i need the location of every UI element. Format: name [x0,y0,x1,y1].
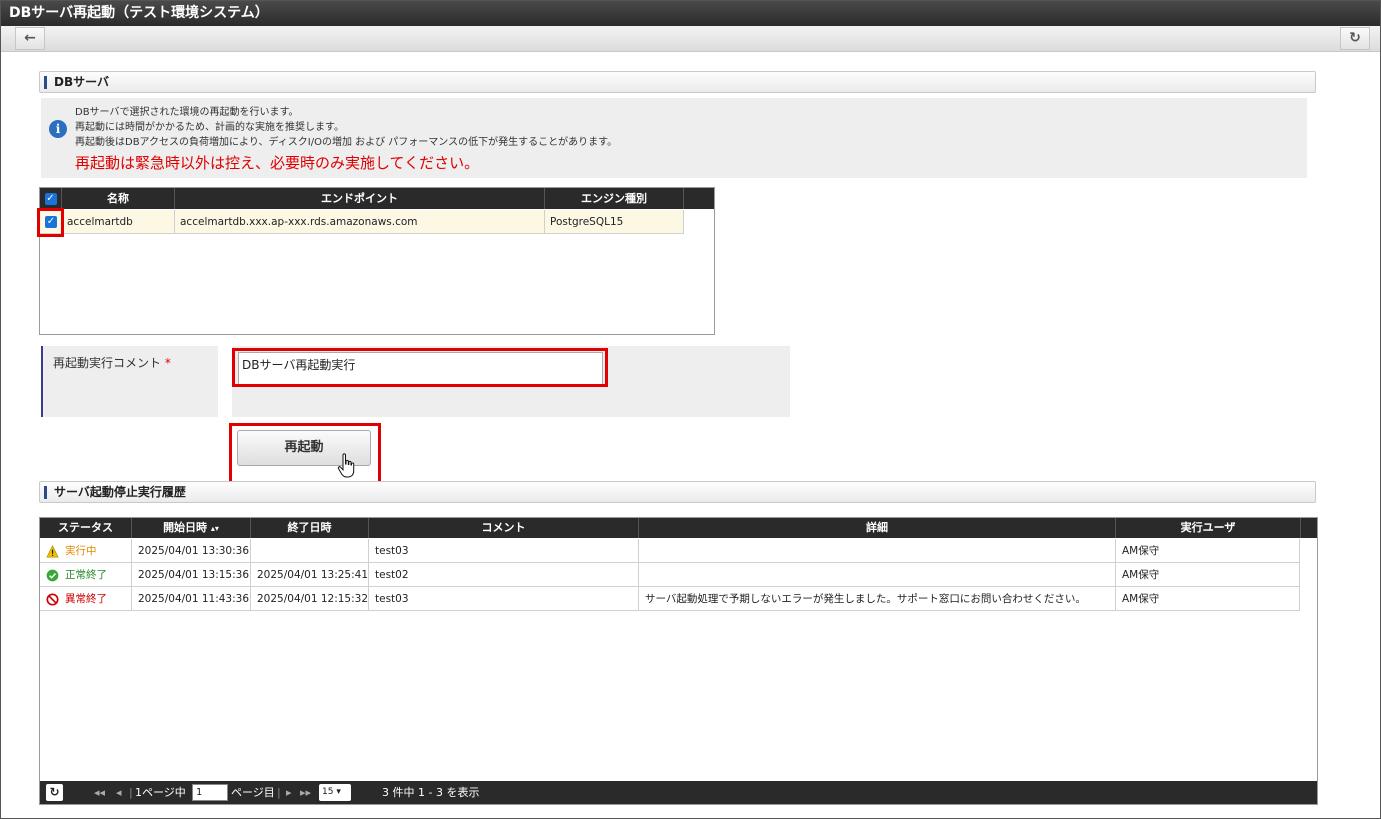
db-section-title: DBサーバ [54,75,109,89]
db-section-header: DBサーバ [39,71,1316,93]
refresh-icon[interactable]: ↻ [46,784,63,801]
prohibited-icon [46,592,59,606]
start-time: 2025/04/01 13:30:36 [132,539,251,563]
comment: test02 [369,563,639,587]
history-section-header: サーバ起動停止実行履歴 [39,481,1316,503]
history-section-title: サーバ起動停止実行履歴 [54,485,186,499]
column-header-name[interactable]: 名称 [62,188,175,209]
table-row[interactable]: 正常終了 2025/04/01 13:15:36 2025/04/01 13:2… [40,563,1300,587]
end-time [251,539,369,563]
next-page-icon[interactable]: ▸ [286,781,292,804]
db-endpoint: accelmartdb.xxx.ap-xxx.rds.amazonaws.com [175,210,545,234]
db-table-header: ✓ 名称 エンドポイント エンジン種別 [40,188,714,209]
select-all-checkbox[interactable]: ✓ [44,193,57,205]
comment-label: 再起動実行コメント [53,356,162,370]
info-line-2: 再起動には時間がかかるため、計画的な実施を推奨します。 [75,122,344,133]
comment-label-cell: 再起動実行コメント * [41,346,218,417]
required-mark: * [164,356,171,370]
page-suffix: ページ目 [231,786,275,799]
db-name: accelmartdb [62,210,175,234]
column-header-engine[interactable]: エンジン種別 [545,188,684,209]
pager-summary: 3 件中 1 - 3 を表示 [382,786,480,799]
column-header-user[interactable]: 実行ユーザ [1116,518,1301,538]
app-window: DBサーバ再起動（テスト環境システム） ← ↻ DBサーバ i DBサーバで選択… [0,0,1381,819]
column-header-status[interactable]: ステータス [40,518,132,538]
column-header-endpoint[interactable]: エンドポイント [175,188,545,209]
page-prefix: 1ページ中 [135,786,186,799]
page-size-select[interactable]: 15 ▾ [319,784,351,801]
end-time: 2025/04/01 12:15:32 [251,587,369,611]
status-cell: 正常終了 [40,563,132,587]
warning-icon [46,544,59,557]
page-size-value: 15 [322,787,334,797]
column-header-detail[interactable]: 詳細 [639,518,1116,538]
column-header-comment[interactable]: コメント [369,518,639,538]
info-line-1: DBサーバで選択された環境の再起動を行います。 [75,107,299,118]
info-box: i DBサーバで選択された環境の再起動を行います。 再起動には時間がかかるため、… [41,98,1307,178]
chevron-down-icon: ▾ [336,787,341,797]
prev-page-icon[interactable]: ◂ [116,781,122,804]
back-arrow-icon[interactable]: ← [15,27,45,50]
comment: test03 [369,587,639,611]
status-text: 異常終了 [65,593,107,605]
table-row[interactable]: 実行中 2025/04/01 13:30:36 test03 AM保守 [40,539,1300,563]
pager: ↻ ◂◂ ◂ | 1ページ中 ページ目 | ▸ ▸▸ 15 ▾ 3 件中 1 -… [40,781,1317,804]
pager-divider: | [277,786,281,799]
pager-divider: | [129,786,133,799]
db-engine: PostgreSQL15 [545,210,684,234]
column-header-start[interactable]: 開始日時 ▴▾ [132,518,251,538]
user: AM保守 [1116,539,1300,563]
toolbar: ← ↻ [1,26,1380,52]
highlight-checkbox [37,208,64,237]
column-header-start-label: 開始日時 [163,521,208,534]
status-text: 実行中 [65,545,97,557]
last-page-icon[interactable]: ▸▸ [300,781,311,804]
start-time: 2025/04/01 13:15:36 [132,563,251,587]
user: AM保守 [1116,587,1300,611]
user: AM保守 [1116,563,1300,587]
warning-text: 再起動は緊急時以外は控え、必要時のみ実施してください。 [75,154,480,172]
status-cell: 実行中 [40,539,132,563]
table-row[interactable]: 異常終了 2025/04/01 11:43:36 2025/04/01 12:1… [40,587,1300,611]
info-icon: i [49,120,67,138]
reload-icon[interactable]: ↻ [1340,27,1370,50]
check-circle-icon [46,569,59,581]
table-row[interactable]: ✓ accelmartdb accelmartdb.xxx.ap-xxx.rds… [40,210,684,234]
column-header-end[interactable]: 終了日時 [251,518,369,538]
detail [639,563,1116,587]
detail [639,539,1116,563]
info-line-3: 再起動後はDBアクセスの負荷増加により、ディスクI/Oの増加 および パフォーマ… [75,137,618,148]
page-number-input[interactable] [192,784,228,801]
db-server-table: ✓ 名称 エンドポイント エンジン種別 ✓ accelmartdb accelm… [39,187,715,335]
select-all-cell[interactable]: ✓ [40,188,62,209]
sort-icon[interactable]: ▴▾ [211,524,219,533]
end-time: 2025/04/01 13:25:41 [251,563,369,587]
detail: サーバ起動処理で予期しないエラーが発生しました。サポート窓口にお問い合わせくださ… [639,587,1116,611]
history-table: ステータス 開始日時 ▴▾ 終了日時 コメント 詳細 実行ユーザ 実行中 202… [39,517,1318,805]
start-time: 2025/04/01 11:43:36 [132,587,251,611]
first-page-icon[interactable]: ◂◂ [94,781,105,804]
comment: test03 [369,539,639,563]
status-text: 正常終了 [65,569,107,581]
hand-cursor-icon [337,453,355,478]
history-table-header: ステータス 開始日時 ▴▾ 終了日時 コメント 詳細 実行ユーザ [40,518,1317,538]
window-title: DBサーバ再起動（テスト環境システム） [1,1,1380,26]
highlight-comment [232,348,608,387]
highlight-restart-button [229,423,381,485]
status-cell: 異常終了 [40,587,132,611]
